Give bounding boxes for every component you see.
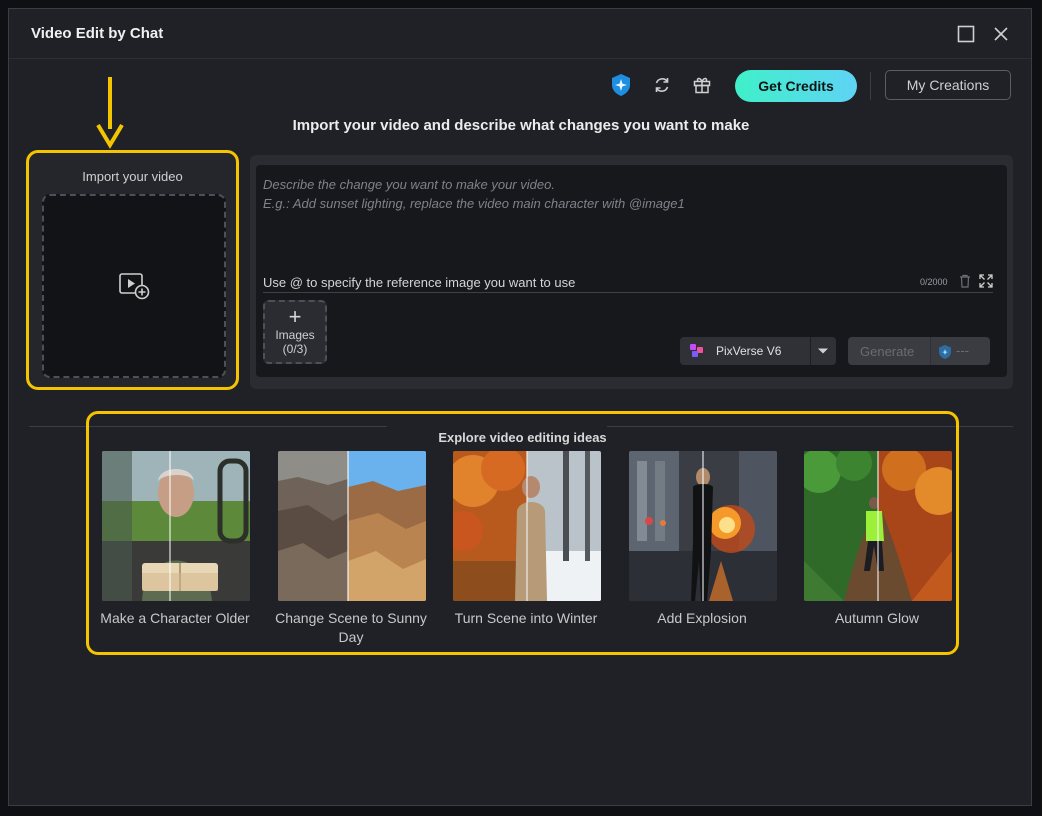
trash-icon[interactable] bbox=[959, 274, 971, 288]
expand-icon[interactable] bbox=[979, 274, 993, 288]
idea-label: Autumn Glow bbox=[834, 610, 920, 626]
generate-cost: --- bbox=[956, 343, 969, 358]
chevron-down-icon bbox=[818, 348, 828, 354]
prompt-placeholder-line1: Describe the change you want to make you… bbox=[263, 177, 555, 192]
window-title: Video Edit by Chat bbox=[31, 25, 164, 42]
pixverse-logo-icon bbox=[690, 344, 703, 357]
close-icon[interactable] bbox=[990, 23, 1012, 45]
character-counter: 0/2000 bbox=[920, 277, 948, 287]
prompt-placeholder-line2: E.g.: Add sunset lighting, replace the v… bbox=[263, 196, 685, 211]
video-edit-window: Video Edit by Chat Get Credits My Creati… bbox=[8, 8, 1032, 806]
gift-icon[interactable] bbox=[690, 73, 714, 97]
prompt-panel: Describe the change you want to make you… bbox=[250, 155, 1013, 389]
hint-underline bbox=[263, 292, 993, 293]
import-video-icon bbox=[119, 273, 150, 300]
idea-thumbnail bbox=[804, 451, 952, 601]
idea-thumbnail bbox=[102, 451, 250, 601]
toolbar-divider bbox=[870, 72, 871, 100]
import-video-panel: Import your video bbox=[26, 150, 239, 390]
credit-shield-icon bbox=[939, 345, 951, 359]
generate-label: Generate bbox=[860, 344, 915, 359]
model-select-divider bbox=[810, 337, 811, 365]
explore-ideas-panel: Explore video editing ideas Make a Chara… bbox=[86, 411, 959, 655]
model-name: PixVerse V6 bbox=[716, 344, 782, 358]
arrow-down-icon bbox=[96, 77, 124, 149]
idea-label: Add Explosion bbox=[657, 610, 747, 626]
add-images-button[interactable]: + Images (0/3) bbox=[263, 300, 327, 364]
video-drop-zone[interactable] bbox=[42, 194, 226, 378]
idea-thumbnail bbox=[629, 451, 777, 601]
title-bar: Video Edit by Chat bbox=[9, 9, 1031, 59]
images-label: Images bbox=[275, 328, 315, 342]
idea-label: Change Scene to Sunny Day bbox=[275, 610, 427, 645]
reference-image-hint: Use @ to specify the reference image you… bbox=[263, 275, 576, 290]
plus-icon: + bbox=[288, 304, 302, 329]
idea-thumbnail bbox=[278, 451, 426, 601]
prompt-input[interactable]: Describe the change you want to make you… bbox=[256, 165, 1007, 377]
generate-divider bbox=[930, 337, 931, 365]
ai-sparkle-icon[interactable] bbox=[609, 73, 633, 97]
import-video-label: Import your video bbox=[82, 169, 183, 184]
generate-button[interactable]: Generate --- bbox=[848, 337, 990, 365]
my-creations-button[interactable]: My Creations bbox=[885, 70, 1011, 100]
explore-title: Explore video editing ideas bbox=[438, 430, 607, 445]
idea-label: Make a Character Older bbox=[100, 610, 250, 626]
refresh-icon[interactable] bbox=[650, 73, 674, 97]
idea-label: Turn Scene into Winter bbox=[454, 610, 598, 626]
maximize-icon[interactable] bbox=[955, 23, 977, 45]
images-count: (0/3) bbox=[282, 342, 308, 356]
idea-thumbnail bbox=[453, 451, 601, 601]
model-select[interactable]: PixVerse V6 bbox=[680, 337, 836, 365]
get-credits-button[interactable]: Get Credits bbox=[735, 70, 857, 102]
page-subtitle: Import your video and describe what chan… bbox=[292, 117, 750, 134]
